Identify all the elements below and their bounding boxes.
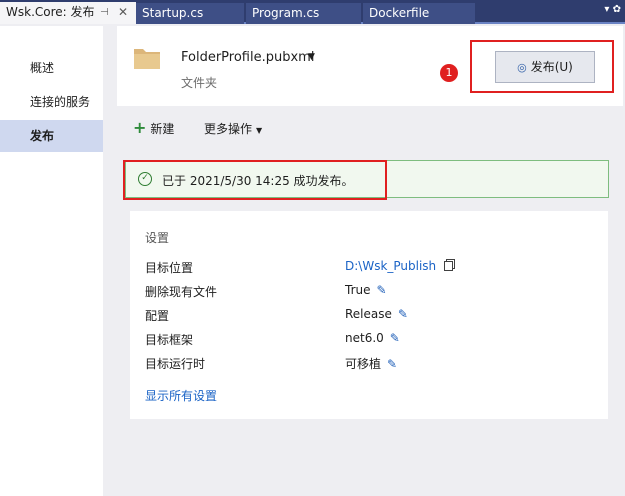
- tab-label: Dockerfile: [369, 6, 430, 20]
- tab-wsk-core-publish[interactable]: Wsk.Core: 发布 ⊣ ✕: [0, 2, 136, 24]
- setting-value-delete-existing: True ✎: [345, 283, 387, 297]
- tab-dockerfile[interactable]: Dockerfile: [363, 3, 475, 24]
- new-profile-button[interactable]: + 新建: [133, 118, 174, 137]
- profile-toolbar: + 新建 更多操作 ▼: [117, 116, 623, 138]
- tab-options-icon[interactable]: ▾ ✿: [604, 4, 621, 15]
- setting-value-target-framework: net6.0 ✎: [345, 331, 400, 345]
- nav-item-label: 连接的服务: [30, 95, 91, 109]
- plus-icon: +: [133, 118, 147, 137]
- setting-label-delete-existing: 删除现有文件: [145, 285, 218, 299]
- profile-type: 文件夹: [181, 76, 218, 90]
- tab-label: Wsk.Core: 发布: [6, 5, 95, 19]
- profile-header: FolderProfile.pubxml ▼ 文件夹 1 ◎ 发布(U): [117, 26, 623, 106]
- setting-value-configuration: Release ✎: [345, 307, 408, 321]
- publish-button-label: 发布(U): [530, 60, 573, 74]
- setting-label-configuration: 配置: [145, 309, 170, 323]
- tab-program-cs[interactable]: Program.cs: [246, 3, 361, 24]
- nav-item-label: 发布: [30, 129, 55, 143]
- setting-value-target-runtime: 可移植 ✎: [345, 355, 397, 372]
- publish-left-nav: 概述 连接的服务 发布: [0, 26, 103, 496]
- globe-icon: ◎: [517, 61, 527, 74]
- nav-item-label: 概述: [30, 61, 55, 75]
- settings-title: 设置: [145, 231, 170, 245]
- copy-icon[interactable]: [444, 261, 454, 271]
- publish-main-panel: FolderProfile.pubxml ▼ 文件夹 1 ◎ 发布(U) + 新建 …: [117, 26, 625, 496]
- nav-item-connected-services[interactable]: 连接的服务: [0, 86, 103, 118]
- pencil-icon[interactable]: ✎: [377, 283, 387, 297]
- pin-icon[interactable]: ⊣: [100, 2, 109, 23]
- profile-name[interactable]: FolderProfile.pubxml: [181, 50, 314, 65]
- more-label: 更多操作: [204, 122, 253, 136]
- setting-label-target-framework: 目标框架: [145, 333, 194, 347]
- tab-label: Startup.cs: [142, 6, 204, 20]
- tab-startup-cs[interactable]: Startup.cs: [136, 3, 244, 24]
- target-runtime-value: 可移植: [345, 357, 382, 371]
- pencil-icon[interactable]: ✎: [387, 357, 397, 371]
- nav-item-overview[interactable]: 概述: [0, 52, 103, 84]
- publish-button[interactable]: ◎ 发布(U): [495, 51, 595, 83]
- document-tab-bar: Wsk.Core: 发布 ⊣ ✕ Startup.cs Program.cs D…: [0, 0, 625, 24]
- chevron-down-icon[interactable]: ▼: [308, 52, 315, 62]
- target-location-link[interactable]: D:\Wsk_Publish: [345, 259, 436, 273]
- setting-label-target-location: 目标位置: [145, 261, 194, 275]
- new-label: 新建: [150, 122, 175, 136]
- tab-label: Program.cs: [252, 6, 320, 20]
- close-icon[interactable]: ✕: [118, 2, 128, 23]
- delete-existing-value: True: [345, 283, 371, 297]
- nav-item-publish[interactable]: 发布: [0, 120, 103, 152]
- pencil-icon[interactable]: ✎: [390, 331, 400, 345]
- configuration-value: Release: [345, 307, 392, 321]
- setting-label-target-runtime: 目标运行时: [145, 357, 206, 371]
- setting-value-target-location[interactable]: D:\Wsk_Publish: [345, 259, 454, 273]
- annotation-badge: 1: [440, 64, 458, 82]
- folder-icon: [134, 49, 160, 69]
- success-highlight-box: [123, 160, 387, 200]
- pencil-icon[interactable]: ✎: [398, 307, 408, 321]
- more-actions-button[interactable]: 更多操作 ▼: [204, 120, 262, 137]
- chevron-down-icon: ▼: [256, 126, 263, 135]
- target-framework-value: net6.0: [345, 331, 384, 345]
- show-all-settings-link[interactable]: 显示所有设置: [145, 387, 217, 404]
- settings-card: 设置 目标位置 D:\Wsk_Publish 删除现有文件 True ✎ 配置 R…: [130, 211, 608, 419]
